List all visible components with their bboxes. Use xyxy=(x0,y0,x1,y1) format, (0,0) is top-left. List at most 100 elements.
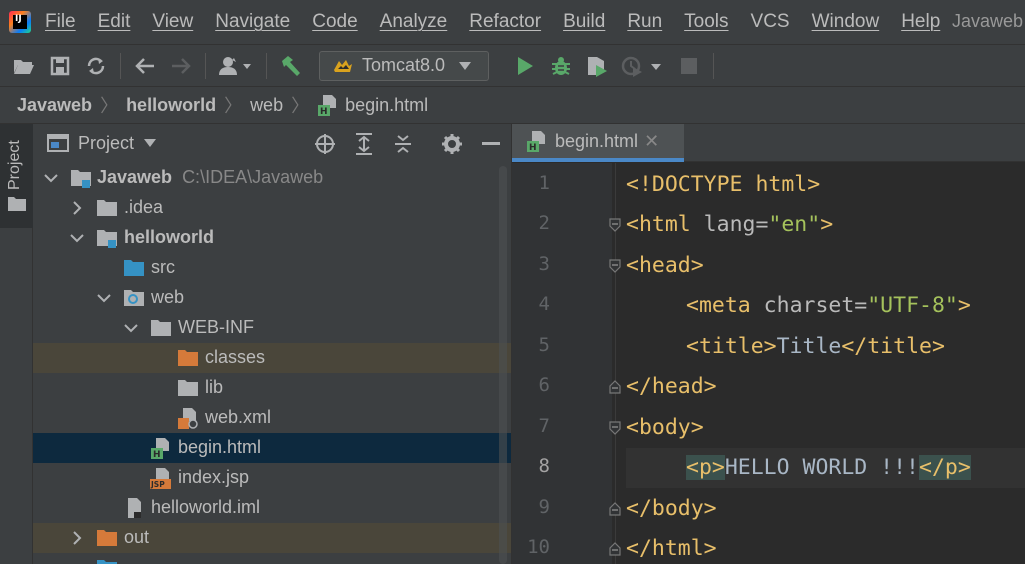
breadcrumb-project[interactable]: Javaweb xyxy=(17,95,92,116)
tree-item-helloworld-iml[interactable]: helloworld.iml xyxy=(33,493,511,523)
html-file-icon: H xyxy=(527,131,545,152)
back-arrow-icon[interactable] xyxy=(133,54,157,78)
expand-all-icon[interactable] xyxy=(353,133,375,155)
run-config-label: Tomcat8.0 xyxy=(362,55,446,75)
code-tag: </title> xyxy=(841,334,945,359)
run-icon[interactable] xyxy=(513,54,537,78)
chevron-right-icon xyxy=(73,531,82,545)
project-tool-tab[interactable]: Project xyxy=(0,124,33,228)
main-toolbar: Tomcat8.0 xyxy=(0,44,1025,86)
chevron-down-icon xyxy=(124,324,138,333)
chevron-down-icon[interactable] xyxy=(144,139,157,147)
line-number: 6 xyxy=(538,374,550,396)
tree-item-web[interactable]: web xyxy=(33,283,511,313)
tree-scrollbar[interactable] xyxy=(499,166,507,564)
toolbar-separator xyxy=(266,52,267,79)
tree-item-web-inf[interactable]: WEB-INF xyxy=(33,313,511,343)
gear-icon[interactable] xyxy=(441,133,463,155)
breadcrumb: Javaweb 〉 helloworld 〉 web 〉 H begin.htm… xyxy=(0,86,1025,124)
build-hammer-icon[interactable] xyxy=(279,54,303,78)
tree-item-label: lib xyxy=(205,377,224,397)
menu-tools[interactable]: Tools xyxy=(684,11,728,33)
source-folder-icon xyxy=(124,260,144,276)
fold-open-icon[interactable] xyxy=(608,421,622,435)
menu-refactor[interactable]: Refactor xyxy=(469,11,541,33)
editor-tab-label: begin.html xyxy=(555,130,639,151)
fold-close-icon[interactable] xyxy=(608,542,622,556)
debug-icon[interactable] xyxy=(549,54,573,78)
breadcrumb-file[interactable]: begin.html xyxy=(345,95,428,116)
menu-vcs[interactable]: VCS xyxy=(751,11,790,33)
run-configuration-dropdown[interactable]: Tomcat8.0 xyxy=(319,50,489,81)
code-line: </head> xyxy=(626,367,1025,407)
collapse-all-icon[interactable] xyxy=(392,133,414,155)
html-file-icon: H xyxy=(151,438,169,459)
fold-open-icon[interactable] xyxy=(608,259,622,273)
locate-icon[interactable] xyxy=(314,133,336,155)
forward-arrow-icon[interactable] xyxy=(169,54,193,78)
menu-file[interactable]: File xyxy=(45,11,76,33)
tree-item-src[interactable]: src xyxy=(33,253,511,283)
tree-item-out[interactable]: out xyxy=(33,523,511,553)
stop-icon[interactable] xyxy=(677,54,701,78)
project-view-icon xyxy=(47,134,69,152)
menu-build[interactable]: Build xyxy=(563,11,605,33)
menu-run[interactable]: Run xyxy=(627,11,662,33)
tree-item-helloworld[interactable]: helloworld xyxy=(33,223,511,253)
code-line: <body> xyxy=(626,408,1025,448)
intellij-logo-icon: IJ xyxy=(9,11,31,33)
code-line: <head> xyxy=(626,246,1025,286)
menu-edit[interactable]: Edit xyxy=(98,11,131,33)
code-text: Title xyxy=(776,334,842,359)
save-icon[interactable] xyxy=(48,54,72,78)
menu-code[interactable]: Code xyxy=(312,11,357,33)
code-tag: <head> xyxy=(626,253,704,278)
code-tag: > xyxy=(820,212,834,237)
tree-item-lib[interactable]: lib xyxy=(33,373,511,403)
project-panel-title[interactable]: Project xyxy=(78,133,134,154)
line-number: 9 xyxy=(538,496,550,518)
code-line: <meta charset="UTF-8"> xyxy=(626,286,1025,326)
open-folder-icon[interactable] xyxy=(12,54,36,78)
tree-item-index-jsp[interactable]: JSP index.jsp xyxy=(33,463,511,493)
code-tag: <title> xyxy=(686,334,777,359)
chevron-down-icon xyxy=(70,234,84,243)
code-tag: </html> xyxy=(626,536,717,561)
menu-window[interactable]: Window xyxy=(812,11,880,33)
excluded-folder-icon xyxy=(97,530,117,546)
code-string: "UTF-8" xyxy=(867,293,958,318)
code-doctype: <!DOCTYPE html> xyxy=(626,172,821,197)
tree-item-label: classes xyxy=(205,347,266,367)
line-number: 4 xyxy=(538,293,550,315)
menu-view[interactable]: View xyxy=(152,11,193,33)
fold-close-icon[interactable] xyxy=(608,380,622,394)
tree-item-web-xml[interactable]: web.xml xyxy=(33,403,511,433)
close-icon[interactable]: ✕ xyxy=(644,131,659,152)
breadcrumb-module[interactable]: helloworld xyxy=(126,95,216,116)
menu-help[interactable]: Help xyxy=(901,11,940,33)
sync-icon[interactable] xyxy=(84,54,108,78)
html-file-icon: H xyxy=(318,95,337,116)
user-icon[interactable] xyxy=(218,54,254,78)
line-number-gutter: 1 2 3 4 5 6 7 8 9 10 xyxy=(512,163,612,564)
tree-item-idea[interactable]: .idea xyxy=(33,193,511,223)
menu-navigate[interactable]: Navigate xyxy=(215,11,290,33)
profile-icon[interactable] xyxy=(621,54,665,78)
editor-tab-begin-html[interactable]: H begin.html ✕ xyxy=(512,124,684,162)
fold-close-icon[interactable] xyxy=(608,502,622,516)
breadcrumb-folder[interactable]: web xyxy=(250,95,283,116)
tree-item-label: src xyxy=(151,257,175,277)
code-editor[interactable]: <!DOCTYPE html> <html lang="en"> <head> … xyxy=(626,163,1025,564)
chevron-down-icon xyxy=(97,294,111,303)
tree-item-label: helloworld xyxy=(124,227,214,247)
tree-item-classes[interactable]: classes xyxy=(33,343,511,373)
tree-item-javaweb[interactable]: Javaweb C:\IDEA\Javaweb xyxy=(33,163,511,193)
tree-item-begin-html[interactable]: H begin.html xyxy=(33,433,511,463)
minimize-icon[interactable] xyxy=(480,133,502,155)
menu-analyze[interactable]: Analyze xyxy=(380,11,448,33)
coverage-icon[interactable] xyxy=(585,54,609,78)
svg-text:H: H xyxy=(529,143,537,152)
line-number: 5 xyxy=(538,334,550,356)
svg-text:H: H xyxy=(320,107,328,116)
fold-open-icon[interactable] xyxy=(608,218,622,232)
